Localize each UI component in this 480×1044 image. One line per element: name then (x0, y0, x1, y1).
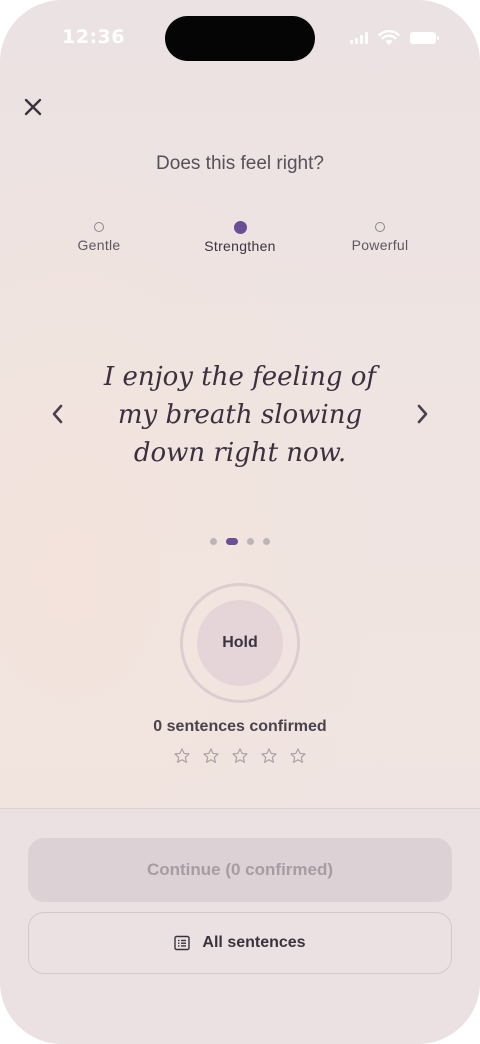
intensity-option-strengthen[interactable]: Strengthen (180, 221, 300, 254)
radio-icon (94, 222, 104, 232)
chevron-left-icon[interactable] (46, 400, 70, 428)
intensity-label: Powerful (351, 237, 409, 253)
affirmation-sentence: I enjoy the feeling of my breath slowing… (103, 362, 377, 468)
intensity-option-gentle[interactable]: Gentle (39, 222, 159, 253)
radio-icon (375, 222, 385, 232)
hold-label: Hold (222, 634, 258, 651)
close-icon[interactable] (20, 94, 46, 120)
confirmed-count: 0 sentences confirmed (153, 718, 327, 735)
page-dot (210, 538, 217, 545)
star-outline-icon (174, 748, 190, 763)
intensity-selector: Gentle Strengthen Powerful (0, 221, 480, 262)
star-outline-icon (290, 748, 306, 763)
signal-icon (350, 32, 368, 44)
list-icon (174, 935, 191, 951)
intensity-label: Strengthen (204, 238, 276, 254)
status-time: 12:36 (62, 26, 125, 48)
intensity-option-powerful[interactable]: Powerful (320, 222, 440, 253)
page-dot-active (226, 538, 238, 545)
chevron-right-icon[interactable] (410, 400, 434, 428)
star-outline-icon (261, 748, 277, 763)
status-icons (350, 30, 439, 46)
star-outline-icon (203, 748, 219, 763)
wifi-icon (378, 30, 400, 45)
page-indicator (0, 538, 480, 545)
continue-label: Continue (0 confirmed) (146, 860, 334, 879)
page-question: Does this feel right? (156, 153, 324, 174)
continue-button[interactable]: Continue (0 confirmed) (28, 838, 452, 902)
intensity-label: Gentle (77, 237, 121, 253)
battery-icon (410, 32, 439, 44)
hold-button[interactable]: Hold (197, 600, 283, 686)
app-screen: 12:36 Does this feel right? Gentle Stren… (0, 0, 480, 1044)
dynamic-island (165, 16, 315, 61)
radio-selected-icon (233, 221, 247, 234)
page-dot (263, 538, 270, 545)
all-sentences-button[interactable]: All sentences (28, 912, 452, 974)
page-dot (247, 538, 254, 545)
star-outline-icon (232, 748, 248, 763)
star-rating (0, 747, 480, 765)
all-sentences-label: All sentences (202, 934, 306, 951)
